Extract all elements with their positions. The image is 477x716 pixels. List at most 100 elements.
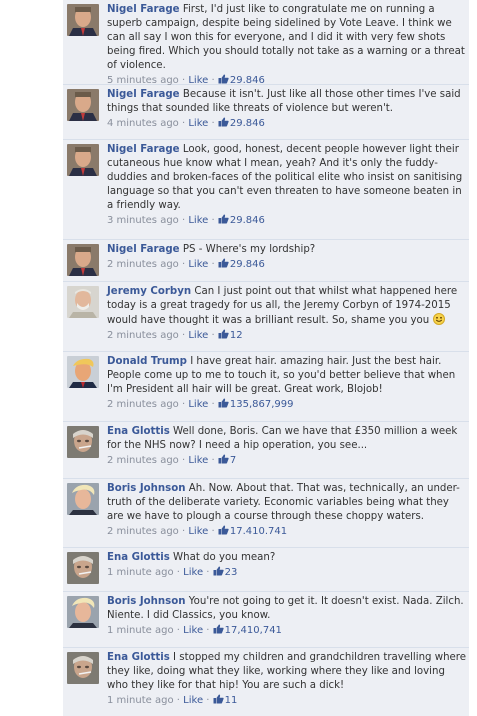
like-count-value: 29.846 [229, 259, 265, 270]
comment-item: Nigel Farage PS - Where's my lordship? 2… [63, 240, 469, 282]
thumbs-up-icon [218, 74, 229, 84]
thumbs-up-icon [213, 624, 224, 634]
comment-meta: 2 minutes ago · Like · 17.410.741 [107, 525, 467, 539]
like-button[interactable]: Like [188, 259, 208, 270]
comment-author[interactable]: Nigel Farage [107, 144, 180, 155]
meta-separator: · [206, 625, 210, 636]
comment-timestamp[interactable]: 2 minutes ago [107, 259, 179, 270]
comment-meta: 2 minutes ago · Like · 12 [107, 329, 467, 343]
comment-meta: 4 minutes ago · Like · 29.846 [107, 117, 467, 131]
like-count-value: 17.410.741 [229, 526, 288, 537]
meta-separator: · [211, 526, 215, 537]
comment-item: Nigel Farage Because it isn't. Just like… [63, 85, 469, 140]
like-count[interactable]: 23 [213, 566, 237, 578]
like-count[interactable]: 29.846 [218, 117, 265, 129]
thumbs-up-icon [218, 454, 229, 464]
avatar-nigel-farage[interactable] [67, 244, 99, 276]
comment-item: Boris Johnson You're not going to get it… [63, 592, 469, 648]
comment-timestamp[interactable]: 3 minutes ago [107, 215, 179, 226]
comment-author[interactable]: Nigel Farage [107, 4, 180, 15]
comment-timestamp[interactable]: 1 minute ago [107, 625, 174, 636]
comment-author[interactable]: Donald Trump [107, 356, 187, 367]
meta-separator: · [176, 567, 180, 578]
like-button[interactable]: Like [188, 399, 208, 410]
comment-timestamp[interactable]: 2 minutes ago [107, 330, 179, 341]
like-count[interactable]: 17.410.741 [218, 525, 288, 537]
meta-separator: · [211, 215, 215, 226]
comment-text: PS - Where's my lordship? [182, 244, 316, 255]
avatar-nigel-farage[interactable] [67, 4, 99, 36]
meta-separator: · [181, 215, 186, 226]
comment-author[interactable]: Ena Glottis [107, 552, 170, 563]
like-button[interactable]: Like [188, 455, 208, 466]
comment-timestamp[interactable]: 2 minutes ago [107, 455, 179, 466]
comment-timestamp[interactable]: 1 minute ago [107, 695, 174, 706]
comment-body: Nigel Farage PS - Where's my lordship? 2… [107, 243, 467, 272]
comment-meta: 2 minutes ago · Like · 29.846 [107, 258, 467, 272]
thumbs-up-icon [218, 525, 229, 535]
like-button[interactable]: Like [183, 695, 203, 706]
thumbs-up-icon [218, 398, 229, 408]
avatar-nigel-farage[interactable] [67, 89, 99, 121]
comment-author[interactable]: Nigel Farage [107, 244, 180, 255]
comment-text: What do you mean? [173, 552, 276, 563]
comment-timestamp[interactable]: 2 minutes ago [107, 526, 179, 537]
comment-item: Nigel Farage First, I'd just like to con… [63, 0, 469, 88]
comment-feed: Nigel Farage First, I'd just like to con… [63, 0, 469, 716]
like-button[interactable]: Like [188, 215, 208, 226]
like-button[interactable]: Like [188, 526, 208, 537]
avatar-ena-glottis[interactable] [67, 652, 99, 684]
like-button[interactable]: Like [188, 330, 208, 341]
like-count[interactable]: 17,410,741 [213, 624, 282, 636]
meta-separator: · [211, 399, 215, 410]
comment-timestamp[interactable]: 4 minutes ago [107, 118, 179, 129]
comment-timestamp[interactable]: 1 minute ago [107, 567, 174, 578]
like-count[interactable]: 7 [218, 454, 237, 466]
like-count[interactable]: 11 [213, 694, 237, 706]
like-count-value: 29.846 [229, 215, 265, 226]
comment-author[interactable]: Jeremy Corbyn [107, 286, 191, 297]
meta-separator: · [211, 330, 215, 341]
comment-meta: 1 minute ago · Like · 11 [107, 694, 467, 708]
comment-body: Nigel Farage First, I'd just like to con… [107, 3, 467, 88]
like-count-value: 7 [229, 455, 237, 466]
comment-body: Donald Trump I have great hair. amazing … [107, 355, 467, 412]
thumbs-up-icon [213, 566, 224, 576]
comment-author[interactable]: Ena Glottis [107, 426, 170, 437]
avatar-ena-glottis[interactable] [67, 426, 99, 458]
thumbs-up-icon [218, 258, 229, 268]
avatar-ena-glottis[interactable] [67, 552, 99, 584]
avatar-boris-johnson[interactable] [67, 596, 99, 628]
like-button[interactable]: Like [183, 567, 203, 578]
meta-separator: · [211, 455, 215, 466]
avatar-jeremy-corbyn[interactable] [67, 286, 99, 318]
comment-author[interactable]: Boris Johnson [107, 483, 186, 494]
meta-separator: · [176, 625, 180, 636]
like-count-value: 12 [229, 330, 243, 341]
comment-author[interactable]: Nigel Farage [107, 89, 180, 100]
avatar-donald-trump[interactable] [67, 356, 99, 388]
comment-item: Nigel Farage Look, good, honest, decent … [63, 140, 469, 240]
comment-meta: 1 minute ago · Like · 17,410,741 [107, 624, 467, 638]
avatar-nigel-farage[interactable] [67, 144, 99, 176]
comment-item: Boris Johnson Ah. Now. About that. That … [63, 479, 469, 548]
like-button[interactable]: Like [188, 118, 208, 129]
comment-meta: 2 minutes ago · Like · 7 [107, 454, 467, 468]
thumbs-up-icon [213, 694, 224, 704]
like-count[interactable]: 29.846 [218, 214, 265, 226]
avatar-boris-johnson[interactable] [67, 483, 99, 515]
like-count[interactable]: 135,867,999 [218, 398, 294, 410]
meta-separator: · [181, 399, 186, 410]
like-button[interactable]: Like [183, 625, 203, 636]
comment-body: Nigel Farage Look, good, honest, decent … [107, 143, 467, 228]
comment-author[interactable]: Boris Johnson [107, 596, 186, 607]
like-count-value: 135,867,999 [229, 399, 294, 410]
like-count[interactable]: 12 [218, 329, 243, 341]
comment-author[interactable]: Ena Glottis [107, 652, 170, 663]
like-count[interactable]: 29.846 [218, 258, 265, 270]
meta-separator: · [181, 455, 186, 466]
comment-item: Jeremy Corbyn Can I just point out that … [63, 282, 469, 352]
comment-item: Ena Glottis What do you mean? 1 minute a… [63, 548, 469, 592]
comment-timestamp[interactable]: 2 minutes ago [107, 399, 179, 410]
like-count-value: 29.846 [229, 118, 265, 129]
